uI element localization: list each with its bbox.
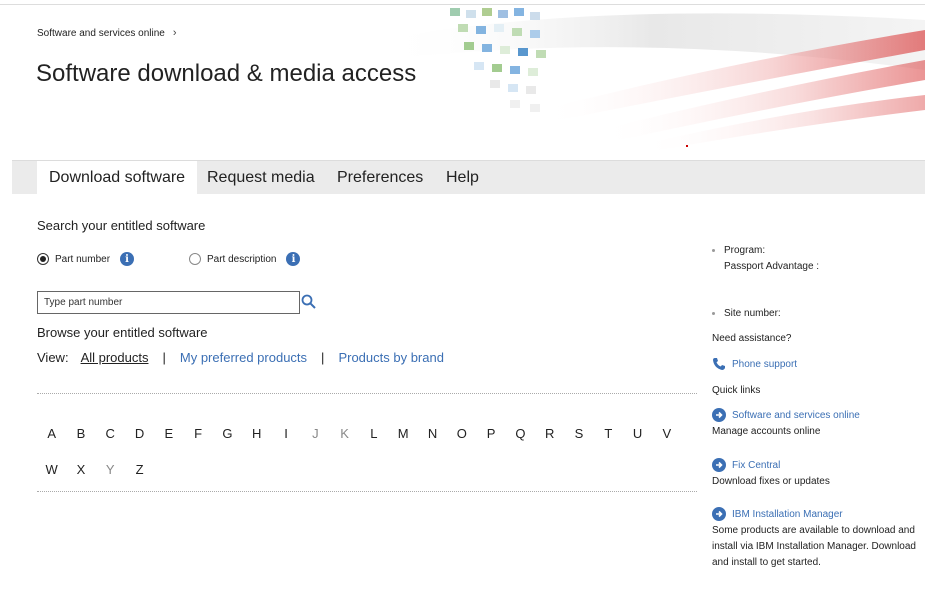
letter-u[interactable]: U bbox=[623, 426, 652, 441]
tab-preferences[interactable]: Preferences bbox=[337, 161, 423, 194]
letter-a[interactable]: A bbox=[37, 426, 66, 441]
quick-link-software-services[interactable]: Software and services online bbox=[712, 408, 860, 422]
divider bbox=[37, 393, 697, 394]
letter-v[interactable]: V bbox=[652, 426, 681, 441]
view-preferred-products[interactable]: My preferred products bbox=[180, 350, 307, 365]
quick-link-fix-central[interactable]: Fix Central bbox=[712, 458, 780, 472]
letter-y[interactable]: Y bbox=[96, 462, 125, 477]
bullet-icon bbox=[712, 312, 715, 315]
program-value: Passport Advantage : bbox=[724, 261, 820, 272]
separator: | bbox=[162, 350, 166, 365]
assistance-heading: Need assistance? bbox=[712, 333, 792, 344]
divider bbox=[37, 491, 697, 492]
quick-links-heading: Quick links bbox=[712, 385, 761, 396]
decorative-dot bbox=[686, 145, 688, 147]
letter-s[interactable]: S bbox=[564, 426, 593, 441]
chevron-right-icon: › bbox=[172, 27, 177, 39]
radio-part-description[interactable]: Part description i bbox=[189, 252, 301, 266]
letter-w[interactable]: W bbox=[37, 462, 66, 477]
letter-e[interactable]: E bbox=[154, 426, 183, 441]
info-icon[interactable]: i bbox=[286, 252, 301, 266]
tab-bar: Download software Request media Preferen… bbox=[12, 160, 925, 194]
search-heading: Search your entitled software bbox=[37, 218, 206, 233]
phone-icon bbox=[713, 358, 725, 370]
breadcrumb-link[interactable]: Software and services online bbox=[37, 28, 165, 39]
arrow-right-icon bbox=[712, 507, 726, 521]
quick-link-desc: Some products are available to download … bbox=[712, 525, 916, 568]
part-number-input[interactable] bbox=[37, 291, 300, 314]
quick-link-label[interactable]: Fix Central bbox=[732, 460, 780, 471]
arrow-right-icon bbox=[712, 408, 726, 422]
bullet-icon bbox=[712, 249, 715, 252]
view-products-by-brand[interactable]: Products by brand bbox=[338, 350, 444, 365]
browse-heading: Browse your entitled software bbox=[37, 325, 208, 340]
separator: | bbox=[321, 350, 325, 365]
radio-checked-icon[interactable] bbox=[37, 253, 49, 265]
letter-p[interactable]: P bbox=[476, 426, 505, 441]
letter-z[interactable]: Z bbox=[125, 462, 154, 477]
tab-request-media[interactable]: Request media bbox=[207, 161, 315, 194]
radio-part-number[interactable]: Part number i bbox=[37, 252, 135, 266]
letter-t[interactable]: T bbox=[594, 426, 623, 441]
letter-b[interactable]: B bbox=[66, 426, 95, 441]
banner-graphic bbox=[380, 8, 925, 150]
alphabet-index: ABCDEFGHIJKLMNOPQRSTUV WXYZ bbox=[37, 415, 697, 487]
info-icon[interactable]: i bbox=[120, 252, 135, 266]
quick-link-label[interactable]: IBM Installation Manager bbox=[732, 509, 843, 520]
header-banner: Software and services online › Software d… bbox=[0, 0, 925, 150]
letter-f[interactable]: F bbox=[183, 426, 212, 441]
letter-d[interactable]: D bbox=[125, 426, 154, 441]
letter-l[interactable]: L bbox=[359, 426, 388, 441]
phone-support-label[interactable]: Phone support bbox=[732, 359, 797, 370]
letter-i[interactable]: I bbox=[271, 426, 300, 441]
letter-r[interactable]: R bbox=[535, 426, 564, 441]
letter-k[interactable]: K bbox=[330, 426, 359, 441]
radio-label: Part description bbox=[207, 253, 277, 265]
quick-link-installation-manager[interactable]: IBM Installation Manager bbox=[712, 507, 843, 521]
page-title: Software download & media access bbox=[36, 60, 417, 87]
site-number-label: Site number: bbox=[724, 308, 781, 319]
quick-link-desc: Download fixes or updates bbox=[712, 476, 830, 487]
view-label: View: bbox=[37, 350, 69, 365]
quick-link-desc: Manage accounts online bbox=[712, 426, 821, 437]
radio-unchecked-icon[interactable] bbox=[189, 253, 201, 265]
letter-h[interactable]: H bbox=[242, 426, 271, 441]
breadcrumb[interactable]: Software and services online › bbox=[37, 27, 177, 39]
letter-c[interactable]: C bbox=[96, 426, 125, 441]
letter-x[interactable]: X bbox=[66, 462, 95, 477]
letter-m[interactable]: M bbox=[389, 426, 418, 441]
letter-n[interactable]: N bbox=[418, 426, 447, 441]
letter-g[interactable]: G bbox=[213, 426, 242, 441]
letter-row: WXYZ bbox=[37, 451, 697, 487]
letter-row: ABCDEFGHIJKLMNOPQRSTUV bbox=[37, 415, 697, 451]
view-filter: View: All products | My preferred produc… bbox=[37, 350, 444, 365]
radio-label: Part number bbox=[55, 253, 111, 265]
letter-q[interactable]: Q bbox=[506, 426, 535, 441]
phone-support-link[interactable]: Phone support bbox=[712, 357, 797, 371]
tab-download-software[interactable]: Download software bbox=[37, 161, 198, 194]
view-all-products[interactable]: All products bbox=[81, 350, 149, 365]
program-label: Program: bbox=[724, 245, 766, 256]
tab-help[interactable]: Help bbox=[446, 161, 479, 194]
quick-link-label[interactable]: Software and services online bbox=[732, 410, 860, 421]
search-icon[interactable] bbox=[301, 294, 317, 310]
letter-j[interactable]: J bbox=[301, 426, 330, 441]
arrow-right-icon bbox=[712, 458, 726, 472]
letter-o[interactable]: O bbox=[447, 426, 476, 441]
